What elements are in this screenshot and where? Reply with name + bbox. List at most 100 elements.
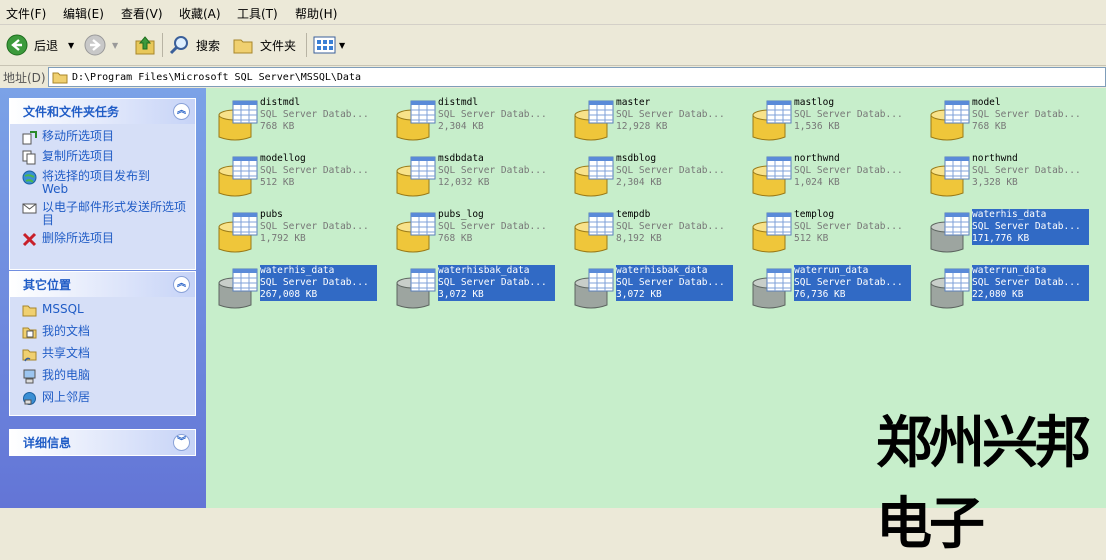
folder-icon [233,39,253,54]
file-task-4[interactable]: 删除所选项目 [22,232,187,247]
file-item[interactable]: waterrun_data SQL Server Datab... 76,736 K… [743,265,913,313]
details-header[interactable]: 详细信息 ︾ [10,430,195,455]
file-size: 267,008 KB [260,289,318,300]
file-item[interactable]: pubs_log SQL Server Datab... 768 KB [387,209,557,257]
sql-database-icon [930,268,970,309]
menu-edit[interactable]: 编辑(E) [63,5,104,22]
address-input[interactable]: D:\Program Files\Microsoft SQL Server\MS… [48,67,1106,87]
file-tasks-list: 移动所选项目 复制所选项目将选择的项目发布到 Web 以电子邮件形式发送所选项目删除… [10,124,195,258]
file-task-3[interactable]: 以电子邮件形式发送所选项目 [22,201,187,227]
menu-bar: 文件(F) 编辑(E) 查看(V) 收藏(A) 工具(T) 帮助(H) [0,0,1106,25]
menu-view[interactable]: 查看(V) [121,5,163,22]
file-size: 12,032 KB [438,177,490,188]
file-item[interactable]: distmdl SQL Server Datab... 2,304 KB [387,97,557,145]
file-size: 2,304 KB [616,177,662,188]
file-task-1[interactable]: 复制所选项目 [22,150,187,165]
other-place-0[interactable]: MSSQL [22,303,187,318]
file-item[interactable]: northwnd SQL Server Datab... 3,328 KB [921,153,1091,201]
details-title: 详细信息 [23,436,72,450]
sql-database-icon [930,100,970,141]
sql-database-icon [218,212,258,253]
file-item[interactable]: master SQL Server Datab... 12,928 KB [565,97,735,145]
other-places-header[interactable]: 其它位置 ︽ [10,272,195,297]
file-type: SQL Server Datab... [438,221,547,232]
file-item[interactable]: waterhisbak_data SQL Server Datab... 3,072… [387,265,557,313]
file-name: northwnd [972,153,1018,164]
file-name: waterrun_data [794,265,869,276]
file-item[interactable]: waterhisbak_data SQL Server Datab... 3,072… [565,265,735,313]
file-details: model SQL Server Datab... 768 KB [972,97,1089,133]
file-type: SQL Server Datab... [794,165,903,176]
file-task-2[interactable]: 将选择的项目发布到 Web [22,170,187,196]
file-list-view[interactable]: waterrun_data SQL Server Datab... 22,080 K… [206,88,1106,557]
file-details: modellog SQL Server Datab... 512 KB [260,153,377,189]
sql-database-icon [396,100,436,141]
file-item[interactable]: templog SQL Server Datab... 512 KB [743,209,913,257]
file-item[interactable]: modellog SQL Server Datab... 512 KB [209,153,379,201]
file-size: 768 KB [438,233,473,244]
file-name: waterhis_data [972,209,1047,220]
file-item[interactable]: model SQL Server Datab... 768 KB [921,97,1091,145]
file-item[interactable]: tempdb SQL Server Datab... 8,192 KB [565,209,735,257]
file-item[interactable]: msdblog SQL Server Datab... 2,304 KB [565,153,735,201]
back-dropdown-icon[interactable]: ▼ [68,41,74,50]
file-tasks-header[interactable]: 文件和文件夹任务 ︽ [10,99,195,124]
menu-file[interactable]: 文件(F) [6,5,46,22]
file-item[interactable]: waterhis_data SQL Server Datab... 267,008 … [209,265,379,313]
back-button[interactable]: 后退 ▼ [6,25,74,65]
other-place-label: 网上邻居 [42,390,91,404]
menu-help[interactable]: 帮助(H) [295,5,337,22]
file-name: distmdl [260,97,301,108]
file-details: distmdl SQL Server Datab... 768 KB [260,97,377,133]
folders-button[interactable]: 文件夹 [232,25,296,65]
file-item[interactable]: msdbdata SQL Server Datab... 12,032 KB [387,153,557,201]
other-place-1[interactable]: 我的文档 [22,325,187,340]
file-item[interactable]: waterrun_data SQL Server Datab... 22,080 K… [921,265,1091,313]
file-name: pubs_log [438,209,484,220]
up-folder-icon [135,36,155,55]
file-size: 1,024 KB [794,177,840,188]
file-task-0[interactable]: 移动所选项目 [22,130,187,145]
address-path: D:\Program Files\Microsoft SQL Server\MS… [72,71,361,83]
other-place-4[interactable]: 网上邻居 [22,391,187,406]
email-icon [22,203,37,214]
search-button[interactable]: 搜索 [168,25,220,65]
file-item[interactable]: mastlog SQL Server Datab... 1,536 KB [743,97,913,145]
forward-dropdown-icon[interactable]: ▼ [112,41,118,50]
file-size: 2,304 KB [438,121,484,132]
menu-tools[interactable]: 工具(T) [237,5,278,22]
sql-database-icon [752,212,792,253]
file-details: pubs_log SQL Server Datab... 768 KB [438,209,555,245]
other-place-label: 共享文档 [42,346,91,360]
collapse-icon[interactable]: ︽ [173,103,190,120]
file-item[interactable]: distmdl SQL Server Datab... 768 KB [209,97,379,145]
file-name: waterhis_data [260,265,335,276]
file-name: northwnd [794,153,840,164]
file-name: pubs [260,209,283,220]
views-button[interactable]: ▼ [313,25,345,65]
expand-icon[interactable]: ︾ [173,434,190,451]
search-label: 搜索 [196,38,221,53]
collapse-icon[interactable]: ︽ [173,276,190,293]
file-details: waterrun_data SQL Server Datab... 22,080 K… [972,265,1089,301]
file-details: msdblog SQL Server Datab... 2,304 KB [616,153,733,189]
file-item[interactable]: waterhis_data SQL Server Datab... 171,776 … [921,209,1091,257]
file-tasks-panel: 文件和文件夹任务 ︽ 移动所选项目 复制所选项目将选择的项目发布到 Web 以电子邮… [9,98,196,270]
other-place-2[interactable]: 共享文档 [22,347,187,362]
file-type: SQL Server Datab... [972,277,1081,288]
other-place-3[interactable]: 我的电脑 [22,369,187,384]
file-item[interactable]: northwnd SQL Server Datab... 1,024 KB [743,153,913,201]
forward-button[interactable]: ▼ [84,25,118,65]
file-size: 22,080 KB [972,289,1024,300]
file-type: SQL Server Datab... [972,165,1081,176]
copy-icon [22,150,36,165]
my-computer-icon [23,369,36,384]
views-dropdown-icon[interactable]: ▼ [339,41,345,50]
file-item[interactable]: pubs SQL Server Datab... 1,792 KB [209,209,379,257]
file-type: SQL Server Datab... [794,277,903,288]
menu-favorites[interactable]: 收藏(A) [179,5,221,22]
other-places-list: MSSQL 我的文档共享文档我的电脑网上邻居 [10,297,195,419]
sql-database-icon [752,100,792,141]
up-folder-button[interactable] [134,25,156,65]
watermark-text: 郑州兴邦电子 [876,411,1091,557]
